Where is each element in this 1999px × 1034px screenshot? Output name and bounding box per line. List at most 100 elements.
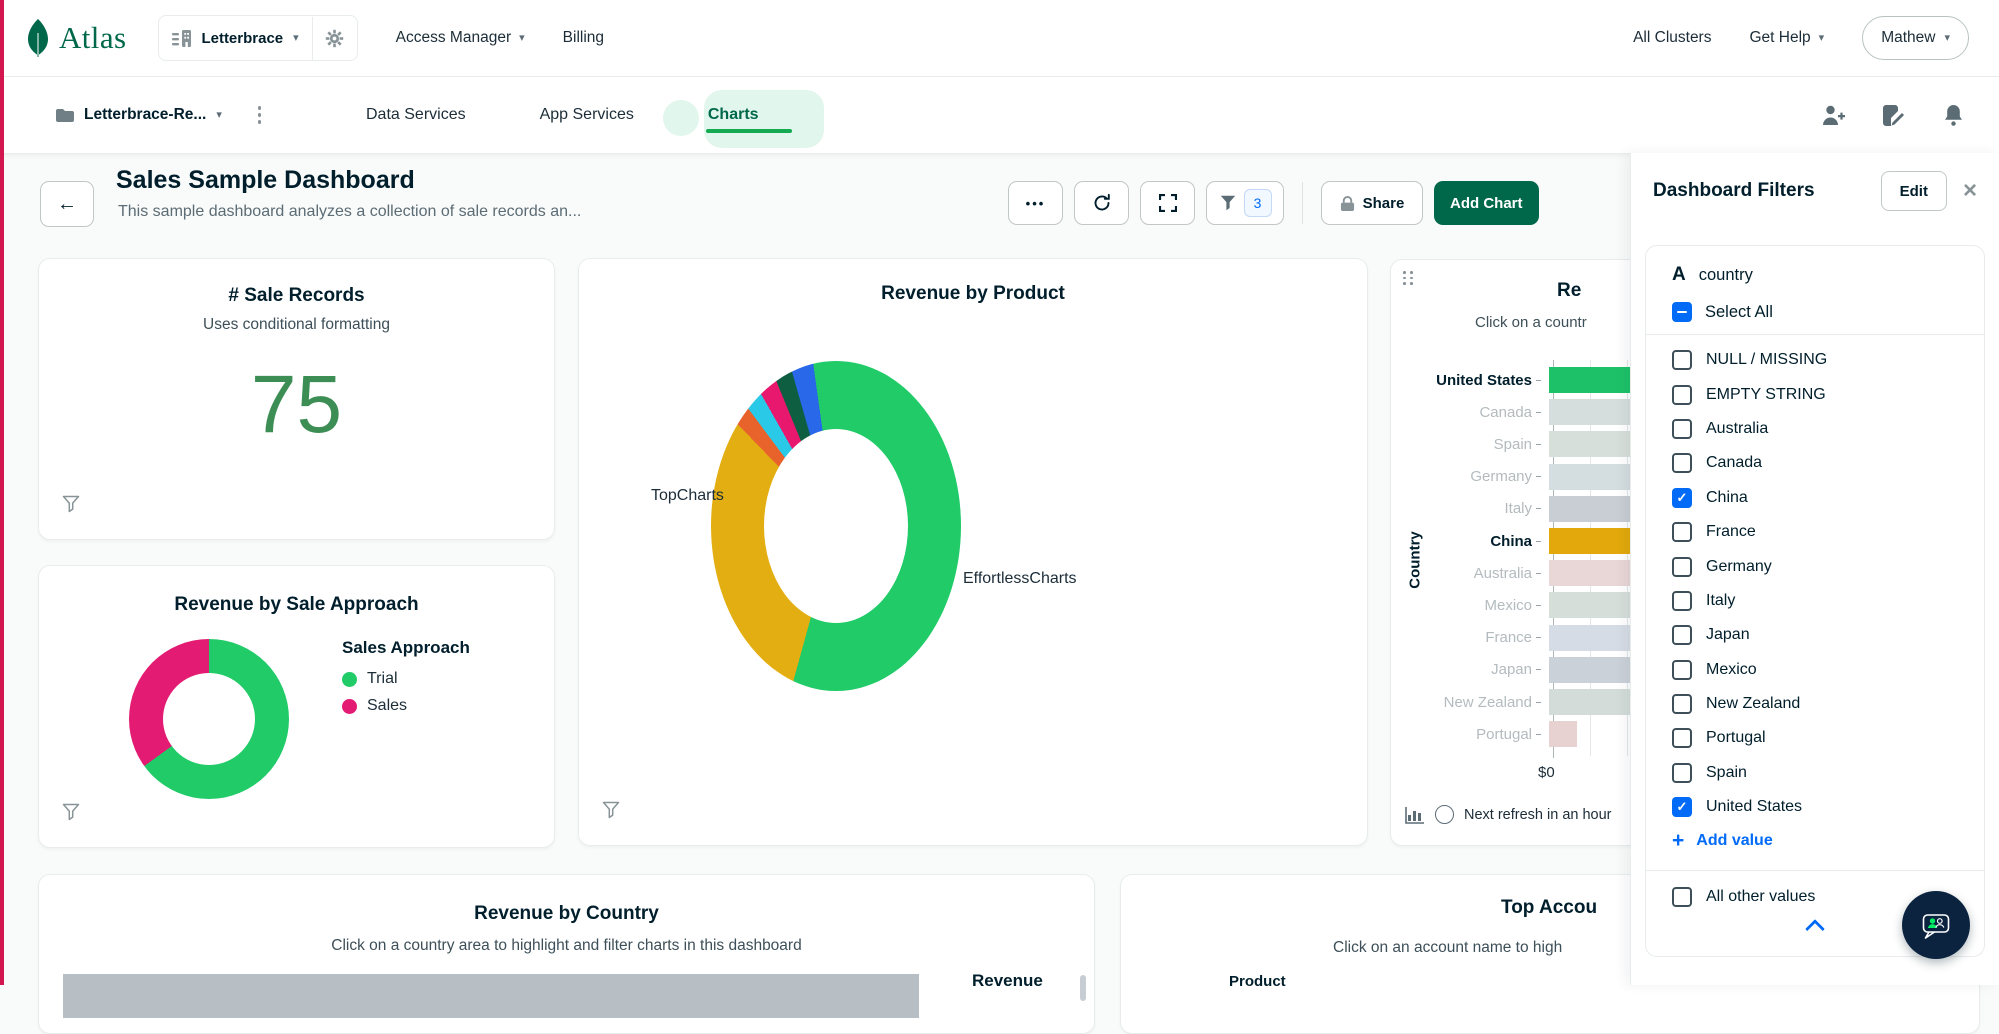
add-chart-button[interactable]: Add Chart [1434, 181, 1539, 225]
edit-charts-icon[interactable] [1883, 105, 1906, 126]
filter-option-label: Japan [1706, 626, 1750, 644]
back-button[interactable]: ← [40, 181, 94, 227]
filter-option[interactable]: ✓China [1646, 481, 1984, 515]
billing-label: Billing [563, 29, 604, 47]
add-value-button[interactable]: + Add value [1646, 824, 1984, 858]
all-other-values-checkbox[interactable] [1672, 887, 1692, 907]
bar[interactable] [1549, 721, 1577, 747]
user-menu[interactable]: Mathew ▾ [1862, 16, 1969, 60]
invite-user-icon[interactable] [1822, 105, 1845, 126]
chat-bubble-button[interactable] [1902, 891, 1970, 959]
close-panel-icon[interactable]: × [1963, 179, 1977, 203]
chart-title: # Sale Records [39, 285, 554, 307]
filter-option-label: France [1706, 523, 1756, 541]
checkbox[interactable] [1672, 385, 1692, 405]
scrollbar[interactable] [1080, 975, 1086, 1001]
filter-option[interactable]: New Zealand [1646, 687, 1984, 721]
filter-option[interactable]: Germany [1646, 549, 1984, 583]
all-clusters-link[interactable]: All Clusters [1633, 29, 1711, 47]
checkbox[interactable]: ✓ [1672, 797, 1692, 817]
checkbox[interactable] [1672, 350, 1692, 370]
checkbox[interactable] [1672, 763, 1692, 783]
select-all-row[interactable]: Select All [1646, 302, 1984, 322]
filter-option[interactable]: Spain [1646, 756, 1984, 790]
slice-label-effortlesscharts: EffortlessCharts [963, 570, 1077, 588]
user-name: Mathew [1881, 29, 1935, 47]
card-filter-icon[interactable] [61, 802, 81, 827]
filter-option[interactable]: Japan [1646, 618, 1984, 652]
filter-option[interactable]: Mexico [1646, 653, 1984, 687]
filter-options-list: NULL / MISSINGEMPTY STRINGAustraliaCanad… [1646, 343, 1984, 824]
project-name[interactable]: Letterbrace-Re... [84, 106, 206, 124]
edit-label: Edit [1900, 183, 1928, 200]
chat-people-icon [1918, 907, 1954, 943]
checkbox[interactable] [1672, 453, 1692, 473]
filter-option[interactable]: ✓United States [1646, 790, 1984, 824]
access-manager-label: Access Manager [396, 29, 511, 47]
fullscreen-button[interactable] [1140, 181, 1195, 225]
filter-option[interactable]: Italy [1646, 584, 1984, 618]
bar-category-label: Australia [1391, 565, 1545, 582]
card-filter-icon[interactable] [61, 494, 81, 519]
checkbox[interactable] [1672, 522, 1692, 542]
x-axis-tick: $0 [1538, 764, 1555, 781]
checkbox[interactable] [1672, 694, 1692, 714]
org-settings-button[interactable] [313, 29, 357, 48]
filter-option[interactable]: EMPTY STRING [1646, 377, 1984, 411]
collapse-chevron-up-icon[interactable] [1805, 919, 1825, 939]
checkbox[interactable] [1672, 557, 1692, 577]
filter-option[interactable]: NULL / MISSING [1646, 343, 1984, 377]
organization-icon [172, 30, 191, 47]
chart-area-partial[interactable] [63, 974, 919, 1018]
checkbox[interactable] [1672, 728, 1692, 748]
select-all-label: Select All [1705, 303, 1773, 322]
filter-option[interactable]: France [1646, 515, 1984, 549]
legend-item[interactable]: Trial [342, 670, 470, 688]
filter-option[interactable]: Portugal [1646, 721, 1984, 755]
bar-category-label: China [1391, 533, 1545, 550]
filter-option-label: New Zealand [1706, 695, 1800, 713]
filter-option-label: Spain [1706, 764, 1747, 782]
checkbox[interactable]: ✓ [1672, 488, 1692, 508]
tab-app-services[interactable]: App Services [540, 106, 634, 124]
chevron-down-icon[interactable]: ▾ [216, 110, 222, 121]
edit-filters-button[interactable]: Edit [1881, 171, 1947, 211]
filter-option[interactable]: Canada [1646, 446, 1984, 480]
refresh-icon [1092, 193, 1112, 213]
get-help-menu[interactable]: Get Help ▾ [1749, 29, 1824, 47]
tab-charts[interactable]: Charts [708, 106, 759, 124]
checkbox[interactable] [1672, 591, 1692, 611]
filter-option[interactable]: Australia [1646, 412, 1984, 446]
tab-hover-highlight [663, 100, 699, 136]
filter-option-label: Germany [1706, 558, 1772, 576]
checkbox[interactable] [1672, 625, 1692, 645]
atlas-logo[interactable]: Atlas [26, 19, 126, 57]
card-filter-icon[interactable] [601, 800, 621, 825]
org-menu-trigger[interactable]: Letterbrace ▾ [159, 30, 311, 47]
legend-title: Sales Approach [342, 638, 470, 658]
drag-handle-icon[interactable] [1403, 271, 1414, 285]
legend-item[interactable]: Sales [342, 697, 470, 715]
checkbox[interactable] [1672, 660, 1692, 680]
more-options-button[interactable]: ••• [1008, 181, 1063, 225]
share-button[interactable]: Share [1321, 181, 1423, 225]
select-all-checkbox[interactable] [1672, 302, 1692, 322]
tab-data-services[interactable]: Data Services [366, 106, 466, 124]
chevron-down-icon: ▾ [293, 33, 299, 44]
legend-label: Revenue [972, 971, 1043, 991]
bell-icon[interactable] [1944, 105, 1963, 126]
billing-link[interactable]: Billing [563, 29, 604, 47]
active-tab-underline [706, 129, 792, 133]
get-help-label: Get Help [1749, 29, 1810, 47]
filter-field-name: country [1699, 266, 1753, 285]
dashboard-filter-button[interactable]: 3 [1206, 181, 1284, 225]
org-name: Letterbrace [201, 30, 283, 47]
refresh-button[interactable] [1074, 181, 1129, 225]
kebab-menu-icon[interactable] [254, 102, 266, 128]
gear-icon [325, 29, 344, 48]
access-manager-menu[interactable]: Access Manager ▾ [396, 29, 525, 47]
org-selector: Letterbrace ▾ [158, 15, 357, 61]
folder-icon [56, 108, 74, 122]
chevron-down-icon: ▾ [519, 33, 525, 44]
checkbox[interactable] [1672, 419, 1692, 439]
